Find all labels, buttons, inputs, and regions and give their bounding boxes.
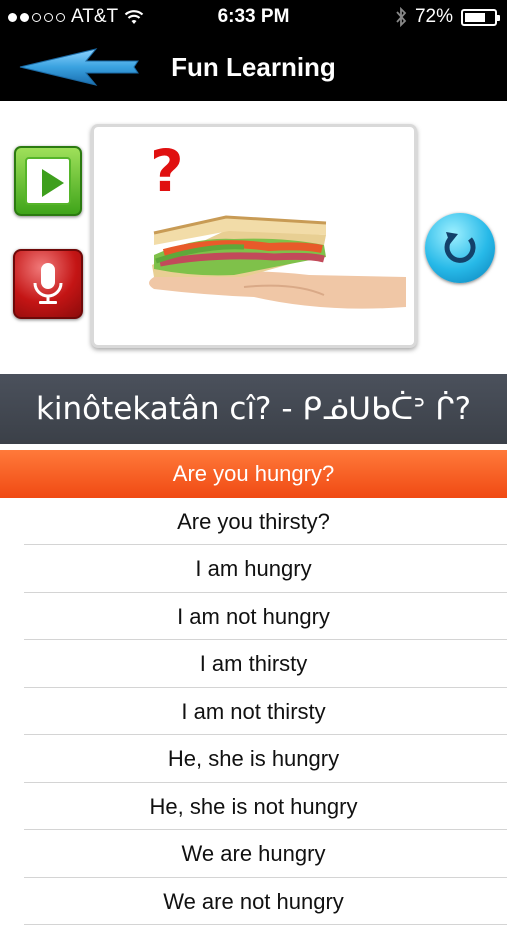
- status-bar: AT&T 6:33 PM 72%: [0, 0, 507, 34]
- nav-bar: Fun Learning: [0, 34, 507, 101]
- list-item[interactable]: I am thirsty: [0, 640, 507, 688]
- play-button[interactable]: [14, 146, 82, 216]
- list-item[interactable]: I am not thirsty: [0, 688, 507, 736]
- phrase-text: kinôtekatân cî? - ᑭᓅᑌᑲᑖᐣ ᒌ?: [0, 391, 507, 427]
- phrase-list: Are you hungry? Are you thirsty? I am hu…: [0, 450, 507, 925]
- list-item[interactable]: We are not hungry: [0, 878, 507, 925]
- record-button[interactable]: [13, 249, 83, 319]
- battery-icon: [461, 9, 497, 26]
- replay-icon: [425, 213, 495, 283]
- sandwich-image: [94, 127, 414, 345]
- phrase-banner: kinôtekatân cî? - ᑭᓅᑌᑲᑖᐣ ᒌ?: [0, 374, 507, 444]
- bluetooth-icon: [395, 7, 407, 27]
- status-right: 72%: [395, 6, 497, 28]
- replay-button[interactable]: [425, 213, 495, 283]
- page-title: Fun Learning: [0, 52, 507, 83]
- battery-percent: 72%: [415, 6, 453, 28]
- play-icon: [25, 157, 71, 205]
- microphone-icon: [15, 251, 81, 317]
- list-item[interactable]: He, she is hungry: [0, 735, 507, 783]
- list-item[interactable]: I am hungry: [0, 545, 507, 593]
- list-item[interactable]: I am not hungry: [0, 593, 507, 641]
- list-item[interactable]: Are you hungry?: [0, 450, 507, 498]
- lesson-stage: ?: [0, 101, 507, 374]
- picture-card: ?: [91, 124, 417, 348]
- list-item[interactable]: We are hungry: [0, 830, 507, 878]
- list-item[interactable]: He, she is not hungry: [0, 783, 507, 831]
- list-item[interactable]: Are you thirsty?: [0, 498, 507, 546]
